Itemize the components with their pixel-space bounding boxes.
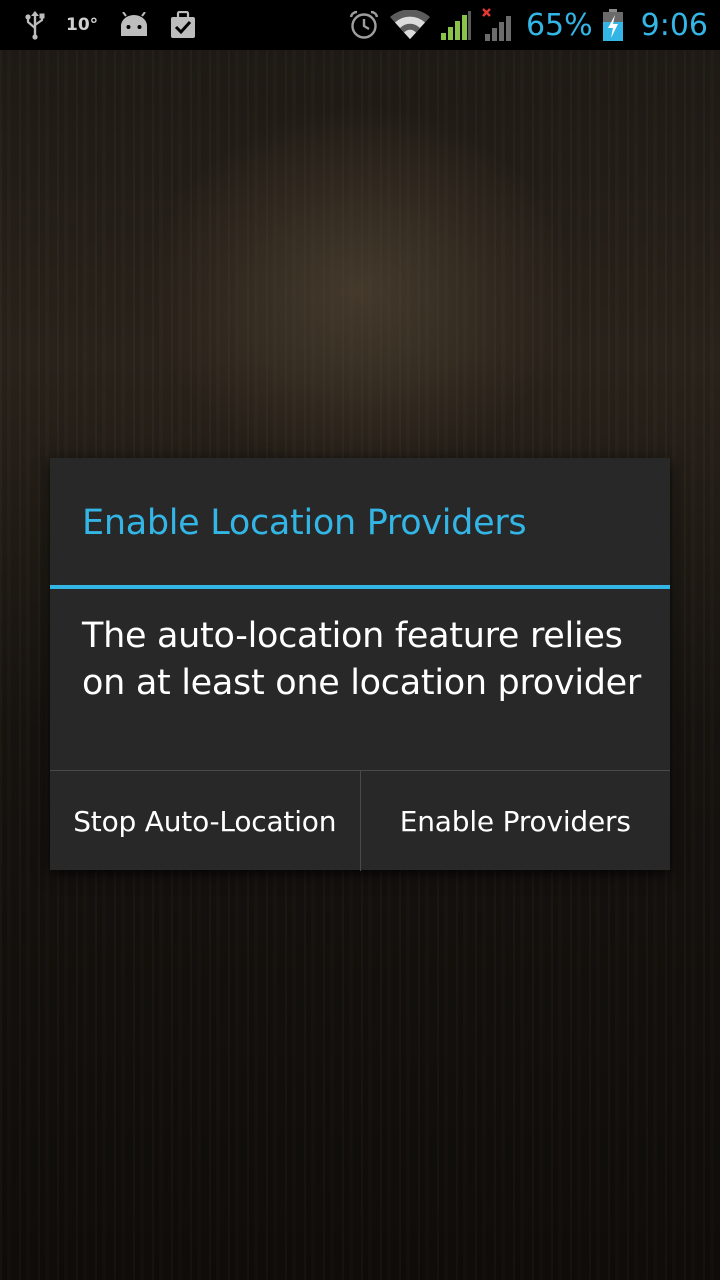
battery-charging-icon [602, 9, 623, 41]
system-icons: 65% 9:06 [348, 0, 708, 50]
enable-providers-button[interactable]: Enable Providers [361, 771, 671, 871]
dialog-message: The auto-location feature relies on at l… [82, 616, 641, 703]
status-bar: 10° 65% 9:06 [0, 0, 720, 50]
alarm-icon [348, 9, 380, 41]
stop-auto-location-button[interactable]: Stop Auto-Location [50, 771, 360, 871]
usb-icon [24, 10, 46, 40]
enable-location-dialog: Enable Location Providers The auto-locat… [50, 458, 670, 871]
notification-icons: 10° [24, 0, 196, 50]
clipboard-check-icon [170, 10, 196, 39]
signal-icon [440, 9, 472, 41]
dialog-button-bar: Stop Auto-Location Enable Providers [50, 770, 670, 871]
wifi-icon [389, 9, 430, 40]
title-divider [50, 585, 670, 589]
battery-percent-text: 65% [525, 7, 593, 43]
android-debug-icon [118, 11, 150, 38]
temperature-text: 10° [66, 15, 99, 35]
signal-no-data-icon [482, 8, 516, 42]
dialog-title: Enable Location Providers [82, 503, 527, 543]
clock-text: 9:06 [640, 7, 708, 43]
